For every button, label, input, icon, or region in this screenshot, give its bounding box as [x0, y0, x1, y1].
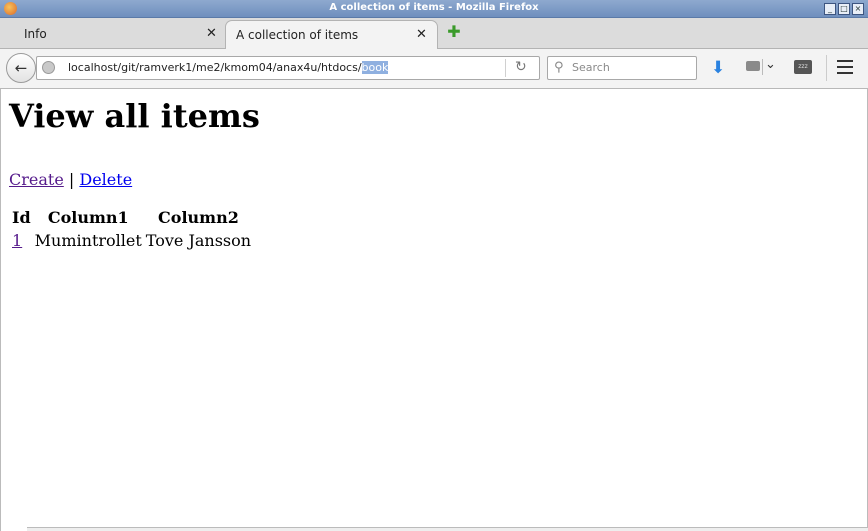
- sleep-icon[interactable]: zzz: [794, 60, 812, 74]
- download-icon[interactable]: ⬇: [711, 58, 725, 78]
- tab-strip: Info ✕ A collection of items ✕ ✚: [0, 18, 868, 49]
- link-separator: |: [68, 170, 75, 189]
- search-placeholder: Search: [572, 61, 610, 74]
- tab-info[interactable]: Info ✕: [10, 20, 222, 48]
- search-input[interactable]: ⚲ Search: [547, 56, 697, 80]
- action-links: Create | Delete: [9, 170, 132, 189]
- toolbar-separator: [826, 55, 827, 81]
- maximize-button[interactable]: □: [838, 3, 850, 15]
- close-window-button[interactable]: ×: [852, 3, 864, 15]
- reload-icon[interactable]: ↻: [515, 59, 527, 75]
- url-bar[interactable]: localhost/git/ramverk1/me2/kmom04/anax4u…: [36, 56, 540, 80]
- close-tab-icon[interactable]: ✕: [206, 26, 217, 41]
- header-id: Id: [12, 208, 31, 227]
- hamburger-menu-icon[interactable]: [837, 60, 853, 78]
- globe-icon: [42, 61, 55, 74]
- header-column2: Column2: [158, 208, 239, 227]
- tab-label: Info: [24, 27, 47, 41]
- items-table: Id Column1 Column2 1 Mumintrollet Tove J…: [9, 205, 254, 253]
- window-title: A collection of items - Mozilla Firefox: [329, 2, 539, 13]
- create-link[interactable]: Create: [9, 170, 64, 189]
- tab-label: A collection of items: [236, 28, 359, 42]
- horizontal-scrollbar[interactable]: [27, 527, 868, 531]
- extension-icon[interactable]: [746, 61, 760, 71]
- url-text[interactable]: localhost/git/ramverk1/me2/kmom04/anax4u…: [68, 61, 389, 74]
- new-tab-button[interactable]: ✚: [447, 24, 461, 40]
- item-id-link[interactable]: 1: [12, 231, 22, 250]
- table-row: 1 Mumintrollet Tove Jansson: [11, 230, 252, 251]
- page-content: View all items Create | Delete Id Column…: [0, 89, 868, 531]
- minimize-button[interactable]: _: [824, 3, 836, 15]
- cell-column2: Tove Jansson: [145, 231, 252, 250]
- cell-column1: Mumintrollet: [34, 231, 142, 250]
- window-titlebar: A collection of items - Mozilla Firefox …: [0, 0, 868, 18]
- back-button[interactable]: ←: [6, 53, 36, 83]
- extension-divider: [762, 59, 763, 75]
- table-header-row: Id Column1 Column2: [11, 207, 252, 228]
- delete-link[interactable]: Delete: [79, 170, 132, 189]
- url-selected-text: book: [361, 61, 389, 74]
- search-icon: ⚲: [554, 60, 564, 75]
- cell-id: 1: [11, 230, 32, 251]
- header-column1: Column1: [47, 208, 129, 227]
- tab-collection[interactable]: A collection of items ✕: [225, 20, 438, 49]
- url-prefix: localhost/git/ramverk1/me2/kmom04/anax4u…: [68, 61, 362, 74]
- navigation-bar: ← localhost/git/ramverk1/me2/kmom04/anax…: [0, 49, 868, 89]
- page-title: View all items: [9, 97, 260, 135]
- close-tab-icon[interactable]: ✕: [416, 27, 427, 42]
- chevron-down-icon[interactable]: ⌄: [765, 57, 776, 72]
- url-divider: [505, 59, 506, 77]
